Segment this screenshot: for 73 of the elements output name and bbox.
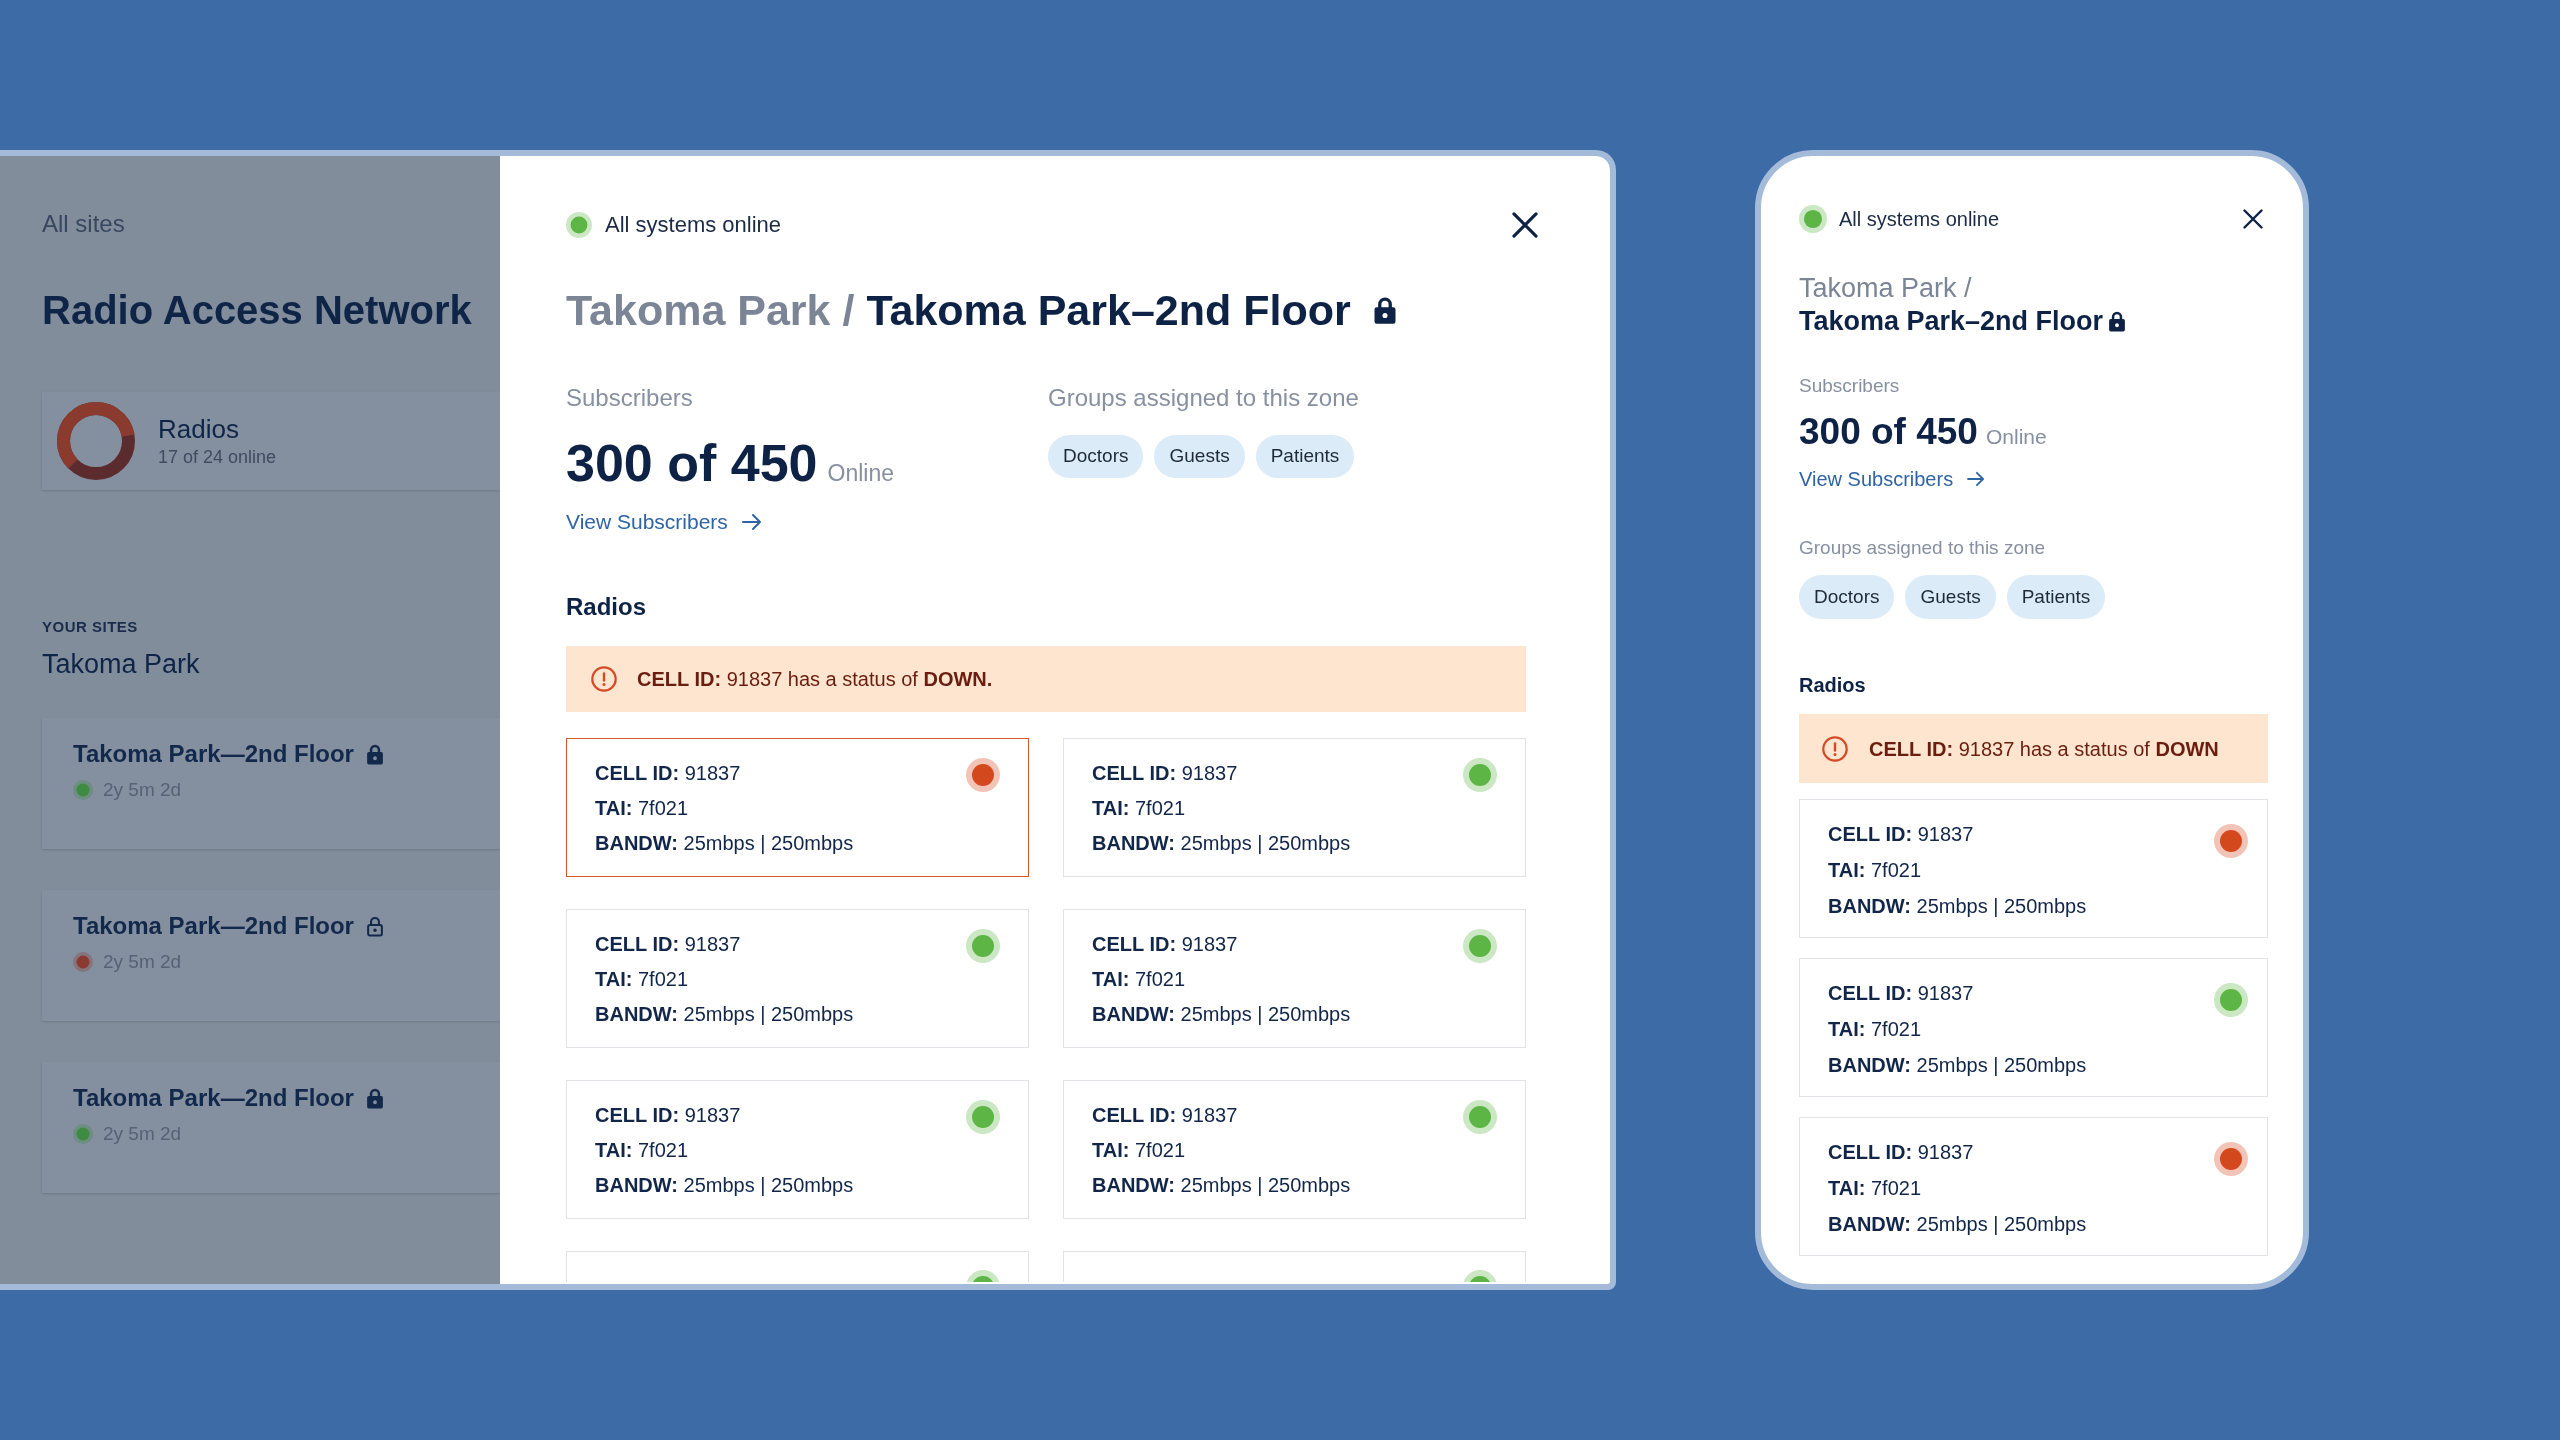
status-text: All systems online (1839, 207, 2000, 231)
section-heading: Radios (566, 592, 646, 622)
radio-detail-text: CELL ID: 91837 (595, 932, 741, 957)
radio-detail-text: TAI: 7f021 (1092, 967, 1185, 992)
page-heading: Radio Access Network (42, 287, 472, 334)
arrow-right-icon (741, 513, 762, 531)
group-tag: Doctors (1799, 575, 1895, 619)
ring-icon (57, 402, 135, 480)
status-text: All systems online (605, 212, 782, 238)
radio-detail-text: TAI: 7f021 (595, 796, 688, 821)
radio-detail-text: CELL ID: 91837 (1828, 1140, 1974, 1165)
radio-detail-text: BANDW: 25mbps | 250mbps (1092, 1173, 1351, 1198)
site-name: Takoma Park—2nd Floor (73, 1084, 354, 1112)
radio-detail-text: BANDW: 25mbps | 250mbps (595, 1173, 854, 1198)
section-label: Subscribers (566, 383, 693, 413)
radio-detail-text: CELL ID: 91837 (1092, 932, 1238, 957)
radio-detail-text: TAI: 7f021 (595, 967, 688, 992)
zone-title: Takoma Park–2nd Floor (866, 285, 1351, 336)
radio-detail-text: CELL ID: 91837 (595, 1103, 741, 1128)
online-label: Online (1985, 424, 2047, 450)
radio-detail-text: BANDW: 25mbps | 250mbps (595, 1002, 854, 1027)
site-group-title: Takoma Park (42, 648, 200, 680)
radio-detail-text: CELL ID: 91837 (1092, 1103, 1238, 1128)
radio-detail-text: BANDW: 25mbps | 250mbps (1828, 1212, 2087, 1237)
close-button[interactable] (1512, 212, 1538, 238)
view-subscribers-link[interactable]: View Subscribers (566, 508, 762, 536)
site-name: Takoma Park—2nd Floor (73, 912, 354, 940)
group-tag: Guests (1905, 575, 1996, 619)
section-label: YOUR SITES (42, 619, 138, 635)
radio-detail-text: CELL ID: 91837 (1828, 822, 1974, 847)
all-sites-link[interactable]: All sites (42, 209, 125, 239)
subscriber-count: 300 of 450 (566, 433, 818, 493)
breadcrumb-link[interactable]: Takoma Park / (566, 284, 855, 336)
section-heading: Radios (1799, 673, 1866, 698)
site-name: Takoma Park—2nd Floor (73, 740, 354, 768)
radio-detail-text: CELL ID: 91837 (1828, 981, 1974, 1006)
view-subscribers-link[interactable]: View Subscribers (1799, 466, 1986, 492)
close-button[interactable] (2243, 209, 2263, 229)
lock-icon (2108, 311, 2127, 332)
breadcrumb-link[interactable]: Takoma Park / (1799, 272, 1972, 305)
radio-detail-text: BANDW: 25mbps | 250mbps (595, 831, 854, 856)
zone-title: Takoma Park–2nd Floor (1799, 305, 2104, 338)
alert-icon (591, 666, 617, 692)
group-tag: Patients (2006, 575, 2106, 619)
online-label: Online (827, 459, 894, 487)
lock-icon (1372, 296, 1397, 324)
section-label: Groups assigned to this zone (1799, 536, 2046, 560)
subscriber-count: 300 of 450 (1799, 410, 1978, 454)
summary-detail: 17 of 24 online (158, 446, 277, 469)
radio-detail-text: TAI: 7f021 (1092, 1138, 1185, 1163)
radio-detail-text: TAI: 7f021 (1828, 1176, 1921, 1201)
radio-detail-text: CELL ID: 91837 (1092, 761, 1238, 786)
close-icon (2243, 209, 2263, 229)
section-label: Subscribers (1799, 374, 1900, 398)
radio-detail-text: CELL ID: 91837 (595, 761, 741, 786)
radio-detail-text: TAI: 7f021 (1092, 796, 1185, 821)
group-tag: Guests (1154, 435, 1245, 478)
summary-title: Radios (158, 413, 239, 445)
close-icon (1512, 212, 1538, 238)
radio-detail-text: BANDW: 25mbps | 250mbps (1092, 831, 1351, 856)
radio-detail-text: BANDW: 25mbps | 250mbps (1092, 1002, 1351, 1027)
group-tag: Patients (1255, 435, 1355, 478)
radio-detail-text: BANDW: 25mbps | 250mbps (1828, 894, 2087, 919)
alert-message: CELL ID: 91837 has a status of DOWN (1869, 736, 2219, 762)
radio-detail-text: TAI: 7f021 (595, 1138, 688, 1163)
radio-detail-text: TAI: 7f021 (1828, 858, 1921, 883)
alert-message: CELL ID: 91837 has a status of DOWN. (637, 667, 993, 692)
radio-detail-text: TAI: 7f021 (1828, 1017, 1921, 1042)
section-label: Groups assigned to this zone (1048, 383, 1359, 413)
group-tag: Doctors (1048, 435, 1144, 478)
alert-icon (1822, 735, 1848, 762)
radio-detail-text: BANDW: 25mbps | 250mbps (1828, 1053, 2087, 1078)
arrow-right-icon (1967, 471, 1986, 487)
